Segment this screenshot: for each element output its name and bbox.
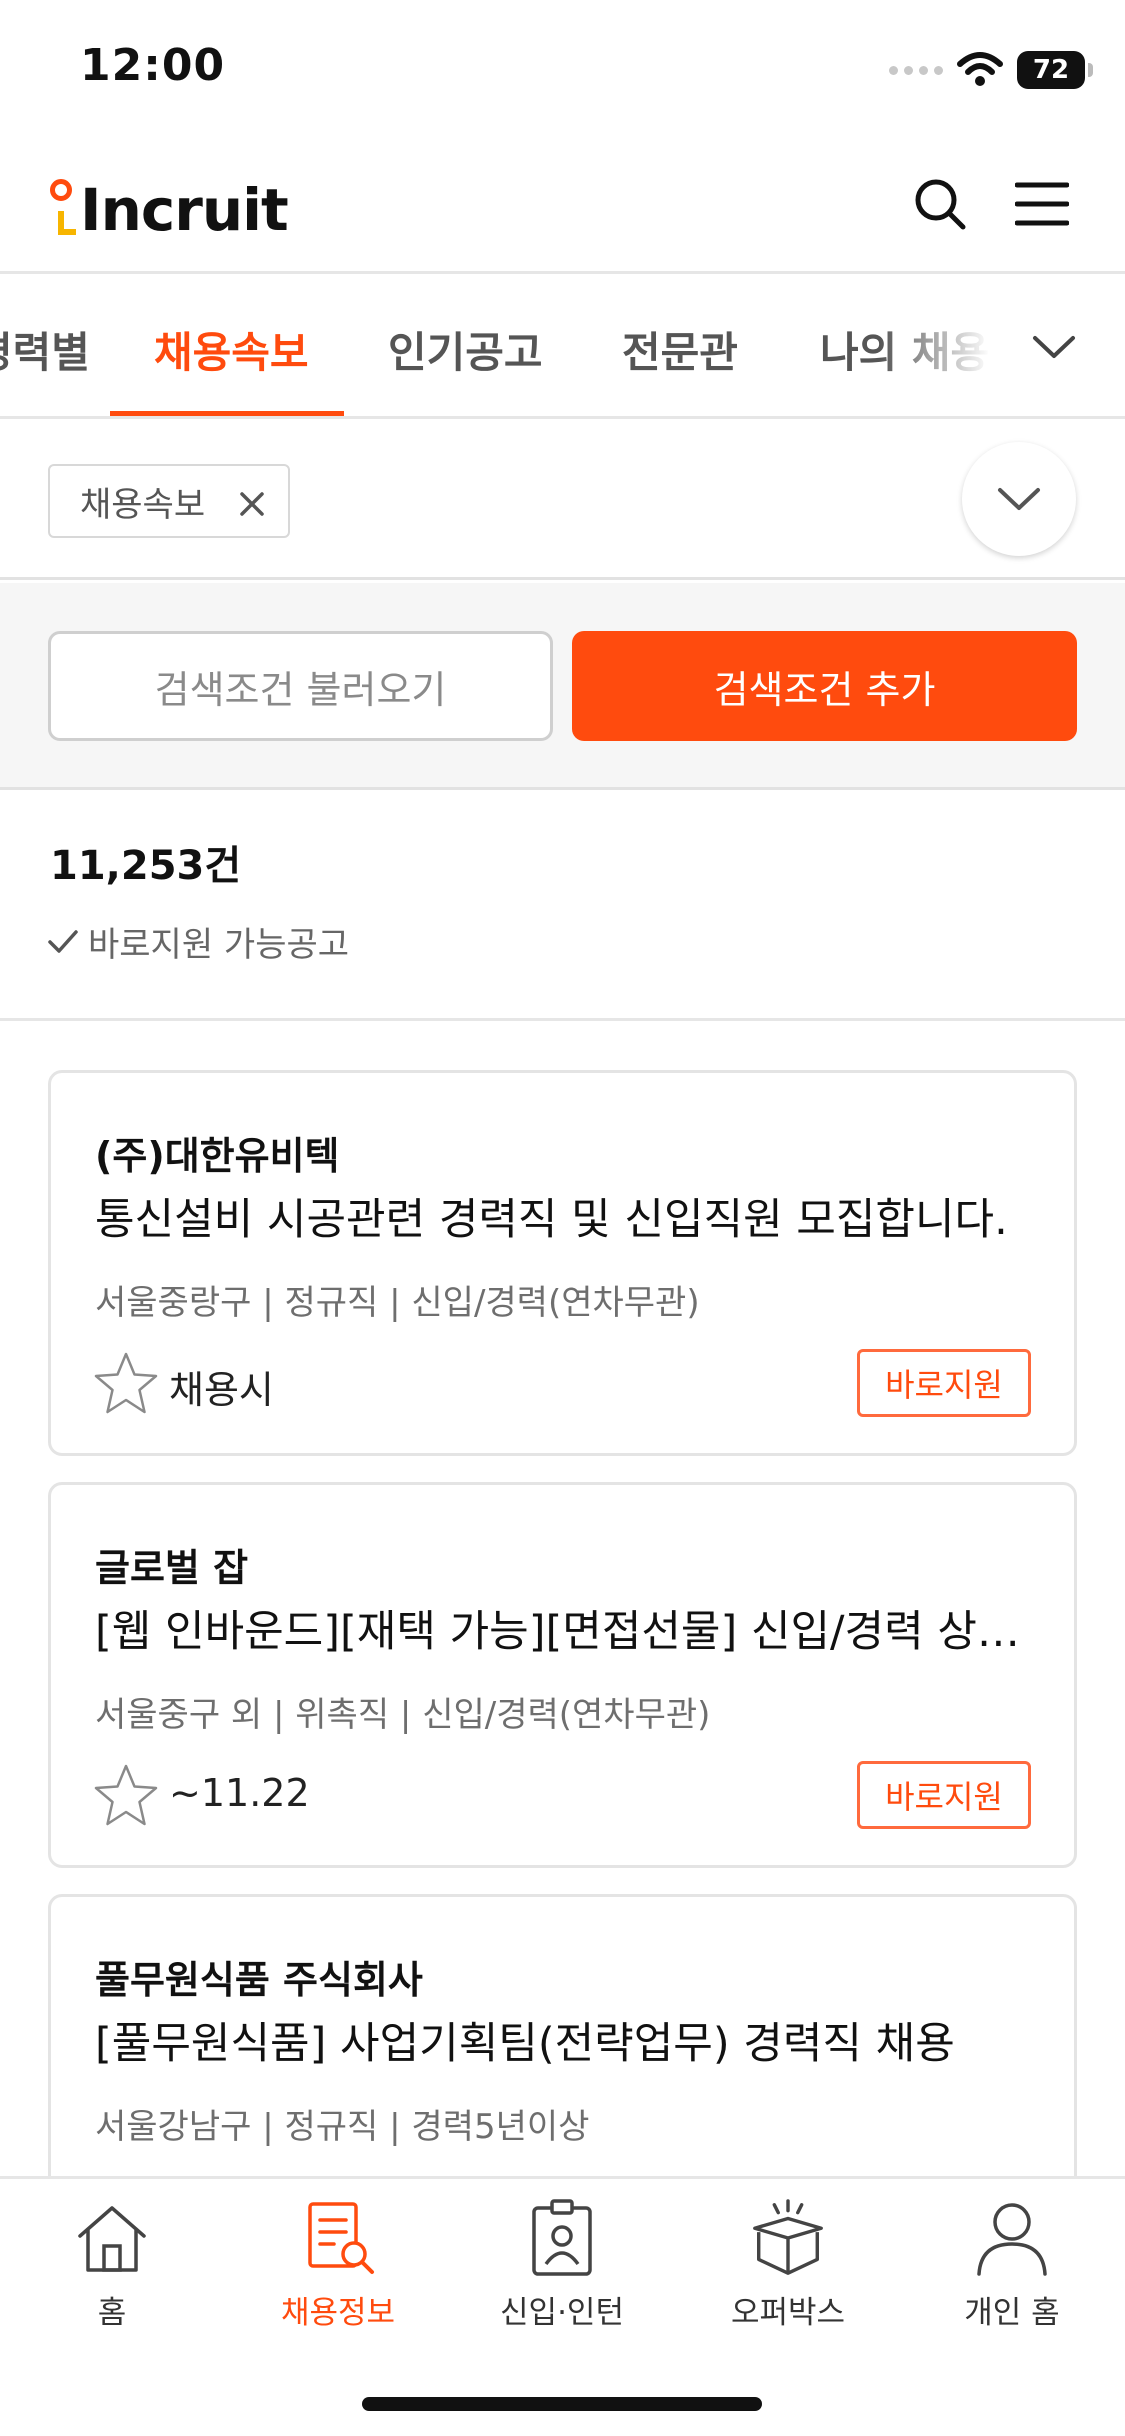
- tab-popular-jobs[interactable]: 인기공고: [388, 319, 543, 380]
- job-card[interactable]: 글로벌 잡 [웹 인바운드][재택 가능][면접선물] 신입/경력 상담직 모집…: [48, 1482, 1077, 1868]
- load-conditions-button[interactable]: 검색조건 불러오기: [48, 631, 553, 741]
- id-badge-icon: [532, 2199, 592, 2276]
- results-summary: 11,253건 바로지원 가능공고: [0, 793, 1125, 1021]
- wifi-icon: [957, 52, 1003, 86]
- chevron-down-icon: [998, 488, 1040, 510]
- filter-row: 채용속보: [0, 422, 1125, 580]
- tab-career[interactable]: 경력별: [0, 319, 90, 380]
- bottom-tab-label: 신입·인턴: [500, 2295, 624, 2331]
- job-title[interactable]: 통신설비 시공관련 경력직 및 신입직원 모집합니다.: [95, 1185, 1045, 1247]
- logo-mark-icon: [48, 175, 76, 245]
- search-icon: [915, 179, 966, 230]
- direct-apply-label: 바로지원 가능공고: [88, 925, 350, 965]
- bottom-tab-home[interactable]: 홈: [22, 2197, 202, 2347]
- job-company: (주)대한유비텍: [95, 1134, 340, 1178]
- cellular-signal-icon: [889, 65, 943, 75]
- job-meta: 서울중구 외 | 위촉직 | 신입/경력(연차무관): [95, 1695, 711, 1735]
- job-deadline: 채용시: [169, 1368, 274, 1412]
- active-tab-indicator: [110, 411, 344, 416]
- bottom-tab-label: 홈: [97, 2295, 127, 2331]
- app-header: Incruit: [0, 140, 1125, 274]
- bottom-tab-personal-home[interactable]: 개인 홈: [922, 2197, 1102, 2347]
- result-count: 11,253건: [50, 843, 242, 889]
- logo-text: Incruit: [80, 176, 289, 244]
- person-icon: [977, 2203, 1047, 2276]
- job-card[interactable]: (주)대한유비텍 통신설비 시공관련 경력직 및 신입직원 모집합니다. 서울중…: [48, 1070, 1077, 1456]
- bottom-tab-label: 개인 홈: [964, 2295, 1060, 2331]
- job-title[interactable]: [웹 인바운드][재택 가능][면접선물] 신입/경력 상담직 모집: [95, 1597, 1045, 1659]
- close-icon[interactable]: [238, 490, 266, 518]
- home-icon: [78, 2206, 146, 2272]
- job-meta: 서울강남구 | 정규직 | 경력5년이상: [95, 2107, 590, 2147]
- job-company: 풀무원식품 주식회사: [95, 1958, 423, 2002]
- status-time: 12:00: [80, 40, 226, 91]
- tabs-fade: [880, 277, 1125, 415]
- status-bar: 12:00 72: [0, 0, 1125, 140]
- add-condition-button[interactable]: 검색조건 추가: [572, 631, 1077, 741]
- bottom-tab-label: 오퍼박스: [730, 2295, 846, 2331]
- tab-recruit-news[interactable]: 채용속보: [154, 319, 309, 380]
- home-indicator: [362, 2397, 762, 2411]
- job-title[interactable]: [풀무원식품] 사업기획팀(전략업무) 경력직 채용: [95, 2009, 1045, 2071]
- filter-expand-button[interactable]: [962, 442, 1076, 556]
- bottom-tab-newcomer-intern[interactable]: 신입·인턴: [472, 2197, 652, 2347]
- direct-apply-button[interactable]: 바로지원: [857, 1349, 1031, 1417]
- category-tabs: 경력별 채용속보 인기공고 전문관 나의 채용정: [0, 277, 1125, 419]
- battery-icon: 72: [1017, 51, 1093, 89]
- menu-button[interactable]: [1010, 172, 1074, 236]
- job-meta: 서울중랑구 | 정규직 | 신입/경력(연차무관): [95, 1283, 700, 1323]
- star-icon[interactable]: [91, 1349, 161, 1419]
- job-deadline: ~11.22: [169, 1771, 310, 1815]
- direct-apply-button[interactable]: 바로지원: [857, 1761, 1031, 1829]
- job-search-document-icon: [308, 2202, 374, 2274]
- bottom-nav: 홈 채용정보 신입·인턴 오퍼박스 개인 홈: [0, 2176, 1125, 2436]
- job-company: 글로벌 잡: [95, 1546, 249, 1590]
- bottom-tab-label: 채용정보: [280, 2295, 396, 2331]
- chevron-down-icon: [1033, 336, 1075, 358]
- incruit-logo[interactable]: Incruit: [48, 170, 289, 250]
- direct-apply-filter[interactable]: 바로지원 가능공고: [46, 917, 349, 966]
- tab-special-hall[interactable]: 전문관: [622, 319, 738, 380]
- check-icon: [48, 929, 78, 953]
- status-icons: 72: [889, 48, 1093, 92]
- search-condition-area: 검색조건 불러오기 검색조건 추가: [0, 583, 1125, 790]
- filter-chip[interactable]: 채용속보: [48, 464, 290, 538]
- star-icon[interactable]: [91, 1761, 161, 1831]
- bottom-tab-job-info[interactable]: 채용정보: [248, 2197, 428, 2347]
- open-box-icon: [753, 2199, 823, 2275]
- hamburger-menu-icon: [1015, 182, 1069, 226]
- filter-chip-label: 채용속보: [80, 484, 206, 525]
- search-button[interactable]: [908, 172, 972, 236]
- bottom-tab-offer-box[interactable]: 오퍼박스: [698, 2197, 878, 2347]
- tabs-expand-button[interactable]: [1024, 317, 1084, 377]
